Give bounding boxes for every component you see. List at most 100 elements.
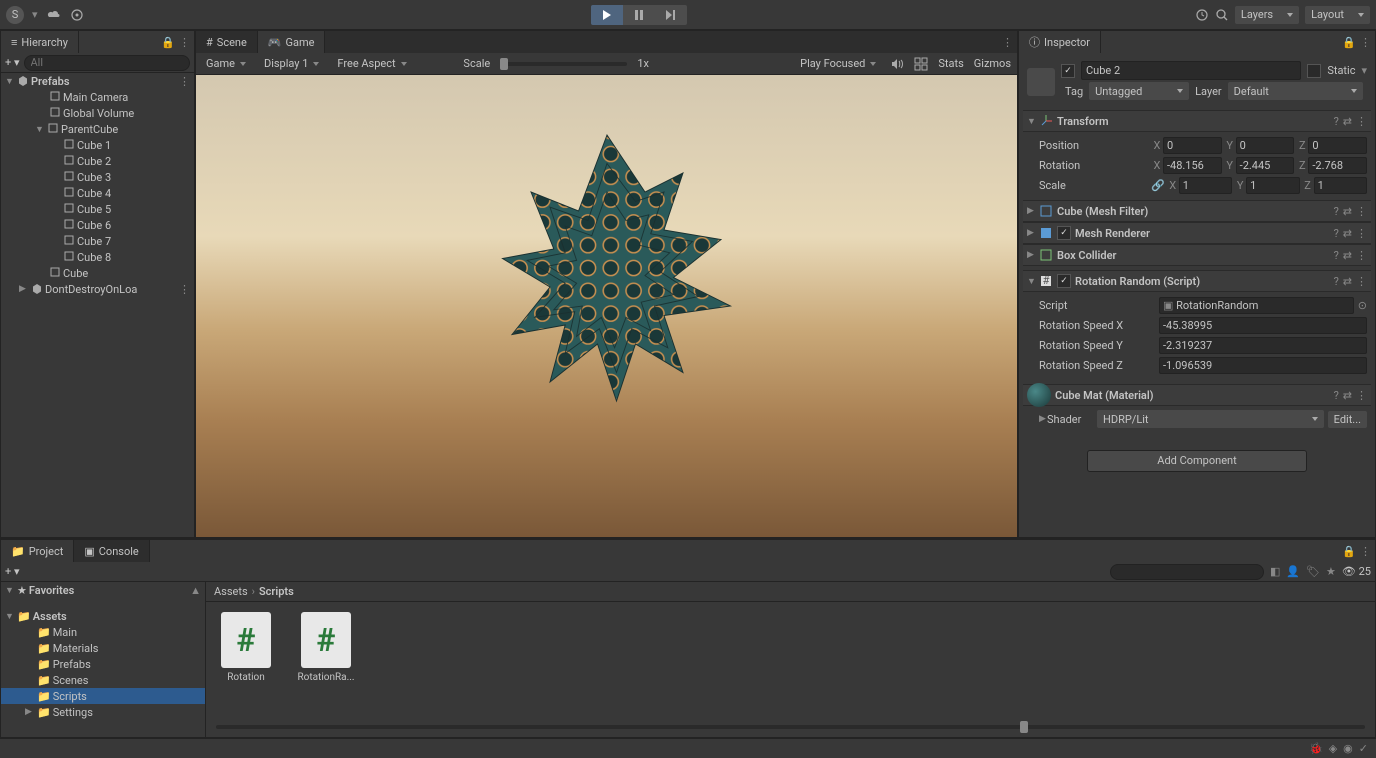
add-component-button[interactable]: Add Component: [1087, 450, 1307, 472]
scale-z[interactable]: 1: [1314, 177, 1367, 194]
folder-row[interactable]: 📁Scenes: [1, 672, 205, 688]
tree-item[interactable]: Main Camera: [1, 89, 194, 105]
create-dropdown[interactable]: + ▾: [5, 565, 20, 578]
mute-icon[interactable]: [890, 57, 904, 71]
rsy-value[interactable]: -2.319237: [1159, 337, 1367, 354]
zoom-slider[interactable]: [216, 725, 1365, 729]
kebab-icon[interactable]: ⋮: [1360, 36, 1371, 49]
transform-header[interactable]: ▼ Transform ? ⇄ ⋮: [1023, 110, 1371, 132]
preset-icon[interactable]: ⇄: [1343, 115, 1352, 128]
rsx-value[interactable]: -45.38995: [1159, 317, 1367, 334]
meshrenderer-header[interactable]: ▶✓Mesh Renderer?⇄⋮: [1023, 222, 1371, 244]
folder-row[interactable]: 📁Prefabs: [1, 656, 205, 672]
gizmos-button[interactable]: Gizmos: [974, 57, 1011, 70]
scene-row[interactable]: ▼ Prefabs ⋮: [1, 73, 194, 89]
account-button[interactable]: S: [6, 6, 24, 24]
kebab-icon[interactable]: ⋮: [179, 36, 190, 49]
build-icon[interactable]: ✓: [1359, 742, 1368, 755]
layout-dropdown[interactable]: Layout: [1305, 6, 1370, 24]
tag-dropdown[interactable]: Untagged: [1089, 82, 1189, 100]
preset-icon[interactable]: ⇄: [1343, 389, 1352, 402]
tree-item[interactable]: Cube 2: [1, 153, 194, 169]
object-name-input[interactable]: [1081, 61, 1301, 80]
shader-dropdown[interactable]: HDRP/Lit: [1097, 410, 1324, 428]
console-tab[interactable]: ▣Console: [74, 540, 149, 562]
tree-item[interactable]: Cube 4: [1, 185, 194, 201]
material-header[interactable]: Cube Mat (Material) ?⇄⋮: [1023, 384, 1371, 406]
kebab-icon[interactable]: ⋮: [1356, 249, 1367, 262]
play-button[interactable]: [591, 5, 623, 25]
static-checkbox[interactable]: [1307, 64, 1321, 78]
rot-x[interactable]: -48.156: [1163, 157, 1222, 174]
tree-item[interactable]: Cube: [1, 265, 194, 281]
chevron-down-icon[interactable]: ▾: [1361, 64, 1367, 77]
aspect-dropdown[interactable]: Free Aspect: [333, 57, 453, 70]
scale-x[interactable]: 1: [1179, 177, 1232, 194]
save-filter-icon[interactable]: 👤: [1286, 565, 1300, 578]
kebab-icon[interactable]: ⋮: [1002, 36, 1013, 49]
kebab-icon[interactable]: ⋮: [1356, 205, 1367, 218]
tree-item[interactable]: Cube 7: [1, 233, 194, 249]
asset-item[interactable]: #RotationRa...: [296, 612, 356, 683]
folder-row[interactable]: 📁Scripts: [1, 688, 205, 704]
scene-row[interactable]: ▶ DontDestroyOnLoa ⋮: [1, 281, 194, 297]
rsz-value[interactable]: -1.096539: [1159, 357, 1367, 374]
help-icon[interactable]: ?: [1334, 389, 1339, 402]
stats-button[interactable]: Stats: [938, 57, 963, 70]
tree-item[interactable]: Cube 1: [1, 137, 194, 153]
bug-icon[interactable]: 🐞: [1309, 742, 1323, 755]
search-filter-icon[interactable]: ◧: [1270, 565, 1280, 578]
breadcrumb-item[interactable]: Assets: [214, 585, 248, 598]
help-icon[interactable]: ?: [1334, 227, 1339, 240]
expand-icon[interactable]: ▶: [1039, 414, 1047, 424]
game-mode-dropdown[interactable]: Game: [202, 57, 250, 70]
play-focused-dropdown[interactable]: Play Focused: [796, 57, 880, 70]
kebab-icon[interactable]: ⋮: [1356, 227, 1367, 240]
script-header[interactable]: ▼#✓Rotation Random (Script)?⇄⋮: [1023, 270, 1371, 292]
help-icon[interactable]: ?: [1334, 205, 1339, 218]
star-icon[interactable]: ★: [1326, 565, 1336, 578]
tree-item[interactable]: ▼ ParentCube: [1, 121, 194, 137]
step-button[interactable]: [655, 5, 687, 25]
folder-row[interactable]: 📁Main: [1, 624, 205, 640]
asset-item[interactable]: #Rotation: [216, 612, 276, 683]
tree-item[interactable]: Cube 3: [1, 169, 194, 185]
kebab-icon[interactable]: ⋮: [1360, 545, 1371, 558]
project-tab[interactable]: 📁Project: [1, 540, 74, 562]
hidden-count[interactable]: 👁 25: [1342, 565, 1371, 578]
tree-item[interactable]: Global Volume: [1, 105, 194, 121]
renderer-checkbox[interactable]: ✓: [1057, 226, 1071, 240]
lock-icon[interactable]: 🔒: [1342, 545, 1356, 558]
meshfilter-header[interactable]: ▶Cube (Mesh Filter)?⇄⋮: [1023, 200, 1371, 222]
hierarchy-tab[interactable]: ≡ Hierarchy: [1, 31, 79, 53]
undo-history-icon[interactable]: [1195, 8, 1209, 22]
script-checkbox[interactable]: ✓: [1057, 274, 1071, 288]
folder-row[interactable]: ▶📁Settings: [1, 704, 205, 720]
folder-row[interactable]: 📁Materials: [1, 640, 205, 656]
rot-z[interactable]: -2.768: [1308, 157, 1367, 174]
lock-icon[interactable]: 🔒: [161, 36, 175, 49]
search-icon[interactable]: [1215, 8, 1229, 22]
boxcollider-header[interactable]: ▶Box Collider?⇄⋮: [1023, 244, 1371, 266]
pos-x[interactable]: 0: [1163, 137, 1222, 154]
layers-dropdown[interactable]: Layers: [1235, 6, 1299, 24]
scene-tab[interactable]: # Scene: [196, 31, 258, 53]
preset-icon[interactable]: ⇄: [1343, 227, 1352, 240]
project-search[interactable]: [1110, 564, 1264, 580]
preset-icon[interactable]: ⇄: [1343, 205, 1352, 218]
help-icon[interactable]: ?: [1334, 115, 1339, 128]
rot-y[interactable]: -2.445: [1236, 157, 1295, 174]
link-icon[interactable]: 🔗: [1151, 179, 1165, 192]
cloud-icon[interactable]: [46, 9, 62, 21]
game-tab[interactable]: 🎮 Game: [258, 31, 326, 53]
create-dropdown[interactable]: + ▾: [5, 56, 20, 69]
display-dropdown[interactable]: Display 1: [260, 57, 323, 70]
active-checkbox[interactable]: ✓: [1061, 64, 1075, 78]
auto-icon[interactable]: ◈: [1329, 742, 1337, 755]
object-picker-icon[interactable]: ⊙: [1358, 299, 1367, 312]
scale-y[interactable]: 1: [1246, 177, 1299, 194]
label-icon[interactable]: 🏷: [1306, 565, 1320, 578]
scale-slider[interactable]: [500, 62, 627, 66]
script-ref[interactable]: ▣ RotationRandom: [1159, 297, 1354, 314]
help-icon[interactable]: ?: [1334, 249, 1339, 262]
